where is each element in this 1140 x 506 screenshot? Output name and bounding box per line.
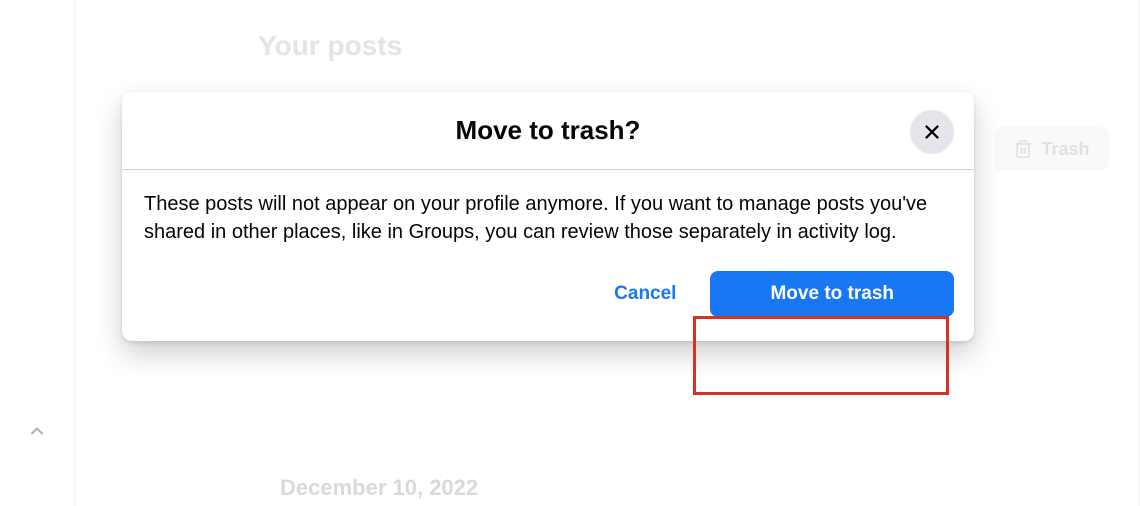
close-button[interactable] — [910, 110, 954, 154]
modal-header: Move to trash? — [122, 92, 974, 170]
cancel-button[interactable]: Cancel — [598, 273, 692, 315]
modal-body-text: These posts will not appear on your prof… — [144, 190, 952, 246]
confirm-modal: Move to trash? These posts will not appe… — [122, 92, 974, 341]
move-to-trash-button[interactable]: Move to trash — [710, 271, 954, 317]
modal-body: These posts will not appear on your prof… — [122, 170, 974, 261]
close-icon — [921, 121, 943, 143]
modal-footer: Cancel Move to trash — [122, 261, 974, 341]
modal-title: Move to trash? — [456, 115, 641, 146]
